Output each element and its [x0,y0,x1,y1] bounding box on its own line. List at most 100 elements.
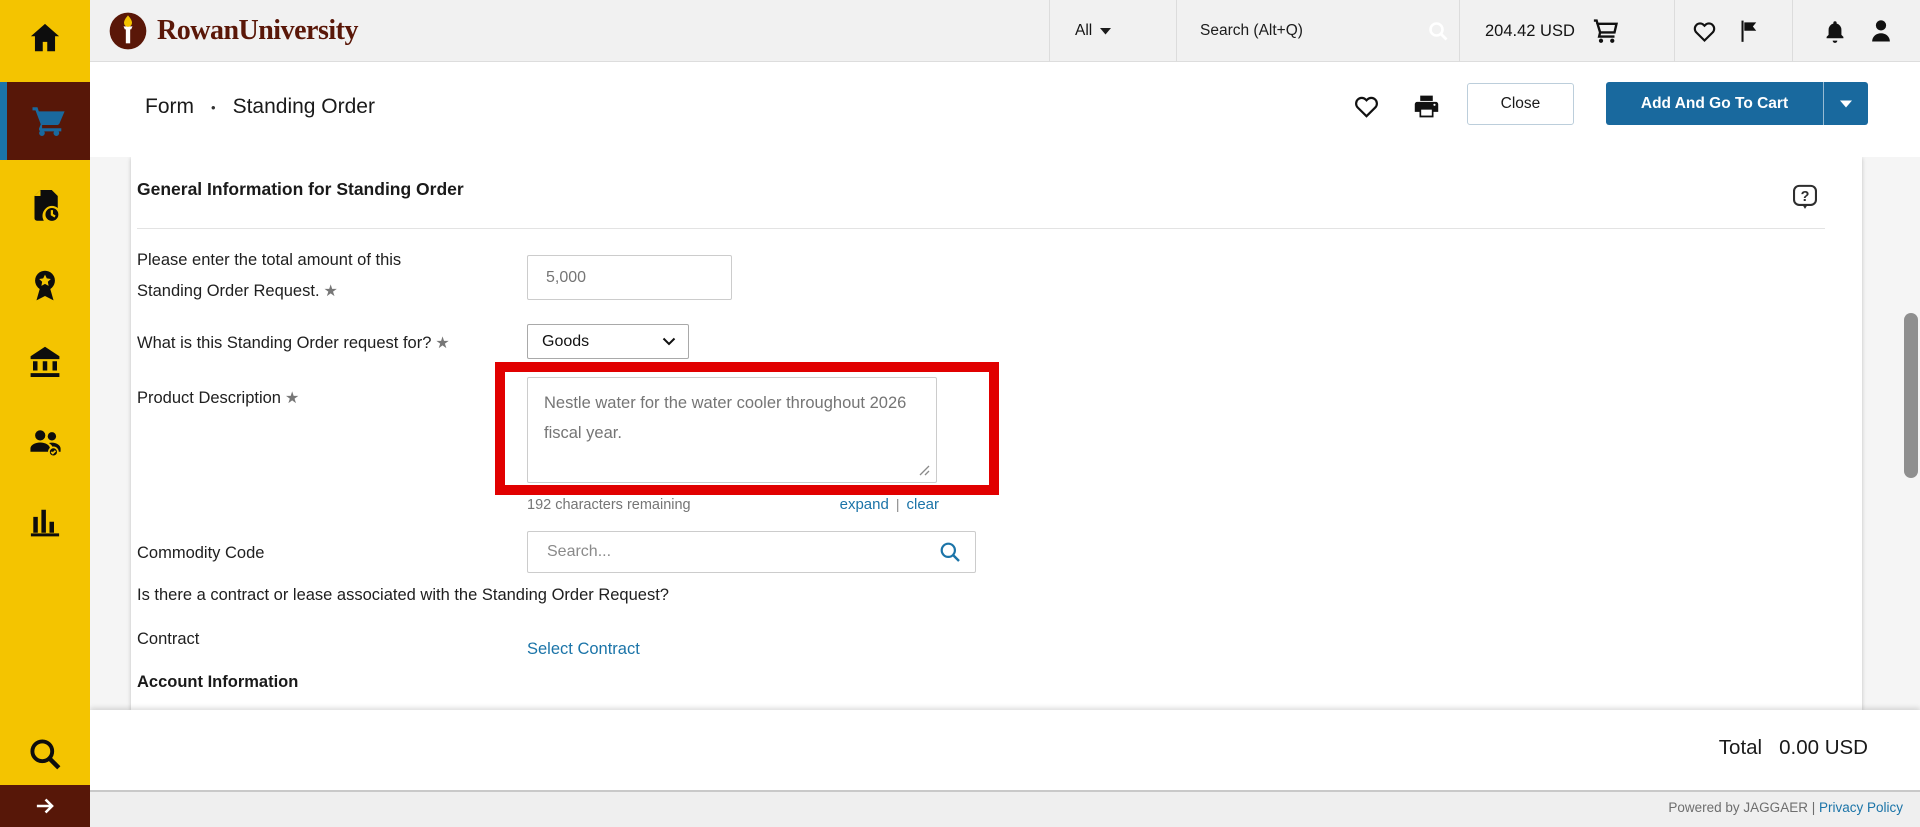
topbar-divider [1674,0,1675,62]
request-type-select[interactable]: Goods [527,324,689,359]
select-contract-link[interactable]: Select Contract [527,640,640,659]
powered-by: Powered by JAGGAER [1668,800,1811,815]
amount-label-text: Please enter the total amount of this St… [137,251,401,300]
add-and-go-to-cart-label: Add And Go To Cart [1606,82,1823,125]
main-sidebar [0,0,90,827]
cart-summary[interactable]: 204.42 USD [1485,0,1621,62]
add-and-go-to-cart-button[interactable]: Add And Go To Cart [1606,82,1868,125]
search-icon [938,540,962,564]
breadcrumb-separator: • [211,100,216,115]
sidebar-item-home[interactable] [0,6,90,70]
breadcrumb: Form • Standing Order [145,95,375,119]
bell-icon [1821,17,1849,45]
svg-text:?: ? [1801,189,1810,205]
product-description-label: Product Description★ [137,383,299,414]
description-meta-row: 192 characters remaining expand | clear [527,496,939,514]
document-clock-icon [27,187,63,223]
account-section-title: Account Information [137,673,298,692]
sidebar-expand-button[interactable] [0,785,90,827]
footer-separator: | [1812,800,1819,815]
shopping-cart-icon [31,103,67,139]
rowan-torch-icon [108,11,148,51]
page-header: Form • Standing Order Close Add And Go T… [90,62,1920,157]
sidebar-item-suppliers[interactable] [0,410,90,474]
sidebar-item-search[interactable] [0,722,90,786]
product-description-textarea[interactable]: Nestle water for the water cooler throug… [527,377,937,483]
user-menu-button[interactable] [1858,0,1904,62]
flags-button[interactable] [1726,0,1770,62]
add-options-dropdown[interactable] [1824,82,1868,125]
people-icon [27,424,63,460]
privacy-policy-link[interactable]: Privacy Policy [1819,800,1903,815]
sidebar-item-orders[interactable] [0,173,90,237]
search-icon [27,736,63,772]
cart-total-amount: 204.42 USD [1485,22,1575,41]
search-icon [1426,19,1450,43]
sidebar-item-reporting[interactable] [0,490,90,554]
sidebar-item-shop-cart[interactable] [0,82,90,160]
total-label: Total [1719,736,1762,760]
section-divider [137,228,1825,229]
heart-icon [1352,92,1381,121]
sidebar-item-accounts[interactable] [0,330,90,394]
product-description-label-text: Product Description [137,389,281,407]
chars-remaining: 192 characters remaining [527,497,691,513]
award-ribbon-icon [27,268,63,304]
question-bubble-icon: ? [1791,183,1819,213]
total-line: Total 0.00 USD [1719,736,1868,760]
vertical-scrollbar-thumb[interactable] [1904,313,1918,478]
total-bar: Total 0.00 USD [90,710,1920,790]
global-search-input[interactable]: Search (Alt+Q) [1200,0,1450,62]
arrow-right-icon [32,793,58,819]
resize-grip-icon [917,463,931,477]
expand-link[interactable]: expand [840,496,889,513]
breadcrumb-type: Form [145,95,194,119]
sidebar-item-contracts[interactable] [0,254,90,318]
topbar-divider [1792,0,1793,62]
chevron-down-icon [1100,27,1111,35]
search-scope-value: All [1075,22,1092,40]
top-bar: RowanUniversity All Search (Alt+Q) 204.4… [90,0,1920,62]
favorite-form-button[interactable] [1352,92,1381,126]
printer-icon [1412,92,1441,121]
chevron-down-icon [1839,99,1853,109]
notifications-button[interactable] [1812,0,1858,62]
flag-icon [1735,18,1761,44]
page-title: Standing Order [233,95,375,119]
topbar-divider [1459,0,1460,62]
textarea-resize-handle[interactable] [917,463,931,477]
cart-icon [1591,16,1621,46]
description-actions: expand | clear [840,496,939,514]
request-type-label-text: What is this Standing Order request for? [137,334,431,352]
amount-input[interactable] [527,255,732,300]
form-card: General Information for Standing Order ?… [131,157,1862,710]
commodity-search-input[interactable] [527,531,976,573]
footer-text: Powered by JAGGAER | Privacy Policy [1668,800,1903,815]
required-star-icon: ★ [324,283,338,300]
home-icon [27,20,63,56]
required-star-icon: ★ [285,390,299,407]
topbar-divider [1049,0,1050,62]
favorites-button[interactable] [1682,0,1726,62]
section-title: General Information for Standing Order [137,179,464,200]
page-footer: Powered by JAGGAER | Privacy Policy [90,790,1920,827]
request-type-value: Goods [542,333,589,351]
contract-question: Is there a contract or lease associated … [137,580,669,611]
commodity-search-button[interactable] [938,540,962,569]
print-button[interactable] [1412,92,1441,126]
global-search-placeholder: Search (Alt+Q) [1200,22,1303,40]
bank-icon [27,344,63,380]
request-type-label: What is this Standing Order request for?… [137,328,450,359]
clear-link[interactable]: clear [906,496,939,513]
close-button[interactable]: Close [1467,83,1574,125]
contract-label: Contract [137,624,199,655]
bar-chart-icon [27,504,63,540]
commodity-code-label: Commodity Code [137,538,264,569]
link-pipe: | [896,496,900,512]
brand-logo[interactable]: RowanUniversity [108,11,358,51]
amount-label: Please enter the total amount of this St… [137,245,447,307]
help-icon[interactable]: ? [1791,183,1819,218]
required-star-icon: ★ [435,335,449,352]
topbar-divider [1176,0,1177,62]
search-scope-dropdown[interactable]: All [1075,0,1111,62]
